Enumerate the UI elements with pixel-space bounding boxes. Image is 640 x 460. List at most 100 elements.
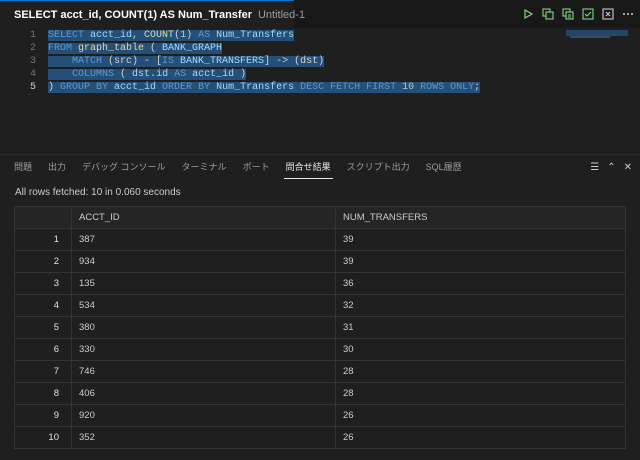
num-transfers-cell[interactable]: 30 — [335, 338, 626, 361]
code-token: ; — [474, 82, 481, 93]
code-token: COLUMNS — [48, 69, 121, 80]
row-number-cell[interactable]: 3 — [14, 272, 72, 295]
code-token: acct_id — [114, 82, 163, 93]
code-token: AS — [198, 30, 217, 41]
code-token: ( — [120, 69, 133, 80]
code-token: MATCH — [48, 56, 109, 67]
panel-tab-1[interactable]: 問題 — [0, 155, 40, 179]
editor-actions — [520, 0, 636, 28]
table-row[interactable]: 3 135 36 — [14, 272, 626, 295]
editor-tab-title: SELECT acct_id, COUNT(1) AS Num_Transfer — [14, 8, 252, 21]
panel-tab-2[interactable]: 出力 — [40, 155, 74, 179]
commit-icon[interactable] — [580, 6, 596, 22]
more-icon[interactable] — [620, 6, 636, 22]
table-row[interactable]: 5 380 31 — [14, 316, 626, 339]
acct-id-cell[interactable]: 920 — [71, 404, 336, 427]
run-explain-icon[interactable] — [540, 6, 556, 22]
code-token: (src) - [ — [108, 56, 163, 67]
table-row[interactable]: 8 406 28 — [14, 382, 626, 405]
code-token: acct_id — [90, 30, 133, 41]
row-number-cell[interactable]: 5 — [14, 316, 72, 339]
sql-editor[interactable]: 1 SELECT acct_id, COUNT(1) AS Num_Transfe… — [0, 28, 640, 154]
row-number-cell[interactable]: 2 — [14, 250, 72, 273]
code-token: Num_Transfers — [216, 30, 295, 41]
fetch-status: All rows fetched: 10 in 0.060 seconds — [15, 187, 181, 198]
code-token: id — [156, 69, 175, 80]
acct-id-cell[interactable]: 135 — [71, 272, 336, 295]
line-number: 3 — [29, 56, 36, 67]
row-number-cell[interactable]: 1 — [14, 228, 72, 251]
row-number-cell[interactable]: 4 — [14, 294, 72, 317]
code-token: DESC FETCH FIRST — [300, 82, 403, 93]
code-token: BANK_GRAPH — [162, 43, 223, 54]
num-transfers-cell[interactable]: 31 — [335, 316, 626, 339]
run-script-icon[interactable] — [560, 6, 576, 22]
code-token: Num_Transfers — [216, 82, 301, 93]
row-number-cell[interactable]: 7 — [14, 360, 72, 383]
row-number-cell[interactable]: 8 — [14, 382, 72, 405]
code-token: acct_id — [192, 69, 235, 80]
acct-id-cell[interactable]: 934 — [71, 250, 336, 273]
table-row[interactable]: 10 352 26 — [14, 426, 626, 449]
table-row[interactable]: 2 934 39 — [14, 250, 626, 273]
panel-tab-bar: 問題 出力 デバッグ コンソール ターミナル ポート 問合せ結果 スクリプト出力 SQL履歴 — [0, 155, 640, 179]
table-row[interactable]: 1 387 39 — [14, 228, 626, 251]
table-row[interactable]: 7 746 28 — [14, 360, 626, 383]
table-row[interactable]: 4 534 32 — [14, 294, 626, 317]
code-token: FROM — [48, 43, 79, 54]
code-text: MATCH (src) - [IS BANK_TRANSFERS] -> (ds… — [48, 55, 325, 68]
row-number-cell[interactable]: 10 — [14, 426, 72, 449]
column-header-num-transfers[interactable]: NUM_TRANSFERS — [335, 206, 626, 229]
table-row[interactable]: 6 330 30 — [14, 338, 626, 361]
acct-id-cell[interactable]: 406 — [71, 382, 336, 405]
code-line[interactable]: 3 MATCH (src) - [IS BANK_TRANSFERS] -> (… — [0, 55, 560, 68]
code-token: ] -> (dst) — [264, 56, 325, 67]
num-transfers-cell[interactable]: 28 — [335, 360, 626, 383]
panel-tab-3[interactable]: デバッグ コンソール — [74, 155, 174, 179]
code-line[interactable]: 2 FROM graph_table ( BANK_GRAPH — [0, 42, 560, 55]
collapse-icon[interactable]: ☰ — [590, 162, 599, 173]
code-text: COLUMNS ( dst.id AS acct_id ) — [48, 68, 247, 81]
results-header-row: ACCT_ID NUM_TRANSFERS — [14, 206, 626, 229]
panel-tab-4[interactable]: ターミナル — [174, 155, 235, 179]
column-header-acct-id[interactable]: ACCT_ID — [71, 206, 336, 229]
acct-id-cell[interactable]: 534 — [71, 294, 336, 317]
close-icon[interactable]: ✕ — [624, 162, 632, 173]
num-transfers-cell[interactable]: 28 — [335, 382, 626, 405]
results-grid: ACCT_ID NUM_TRANSFERS 1 387 39 2 934 39 3 135 36… — [14, 206, 626, 449]
line-number: 5 — [29, 82, 36, 93]
num-transfers-cell[interactable]: 39 — [335, 228, 626, 251]
row-number-cell[interactable]: 6 — [14, 338, 72, 361]
code-token: ) — [186, 30, 199, 41]
panel-tab-7[interactable]: スクリプト出力 — [339, 155, 418, 179]
num-transfers-cell[interactable]: 26 — [335, 404, 626, 427]
row-number-cell[interactable]: 9 — [14, 404, 72, 427]
panel-tab-5[interactable]: ポート — [235, 155, 278, 179]
panel-tab-6[interactable]: 問合せ結果 — [278, 155, 339, 179]
rollback-icon[interactable] — [600, 6, 616, 22]
acct-id-cell[interactable]: 330 — [71, 338, 336, 361]
code-text: ) GROUP BY acct_id ORDER BY Num_Transfer… — [48, 81, 481, 94]
acct-id-cell[interactable]: 352 — [71, 426, 336, 449]
acct-id-cell[interactable]: 380 — [71, 316, 336, 339]
code-token: AS — [174, 69, 193, 80]
code-token: GROUP BY — [60, 82, 115, 93]
num-transfers-cell[interactable]: 39 — [335, 250, 626, 273]
code-line[interactable]: 1 SELECT acct_id, COUNT(1) AS Num_Transfe… — [0, 29, 560, 42]
editor-tab[interactable]: SELECT acct_id, COUNT(1) AS Num_Transfer… — [0, 0, 305, 28]
acct-id-cell[interactable]: 746 — [71, 360, 336, 383]
editor-tab-subtitle: Untitled-1 — [257, 8, 306, 21]
panel-tab-8[interactable]: SQL履歴 — [418, 155, 470, 179]
maximize-icon[interactable]: ⌃ — [607, 162, 615, 173]
acct-id-cell[interactable]: 387 — [71, 228, 336, 251]
table-row[interactable]: 9 920 26 — [14, 404, 626, 427]
line-number: 1 — [29, 30, 36, 41]
code-token: dst — [132, 69, 151, 80]
code-line[interactable]: 4 COLUMNS ( dst.id AS acct_id ) — [0, 68, 560, 81]
editor-tab-bar: SELECT acct_id, COUNT(1) AS Num_Transfer… — [0, 0, 640, 29]
num-transfers-cell[interactable]: 36 — [335, 272, 626, 295]
num-transfers-cell[interactable]: 32 — [335, 294, 626, 317]
num-transfers-cell[interactable]: 26 — [335, 426, 626, 449]
code-line[interactable]: 5 ) GROUP BY acct_id ORDER BY Num_Transfe… — [0, 81, 560, 94]
play-icon[interactable] — [520, 6, 536, 22]
